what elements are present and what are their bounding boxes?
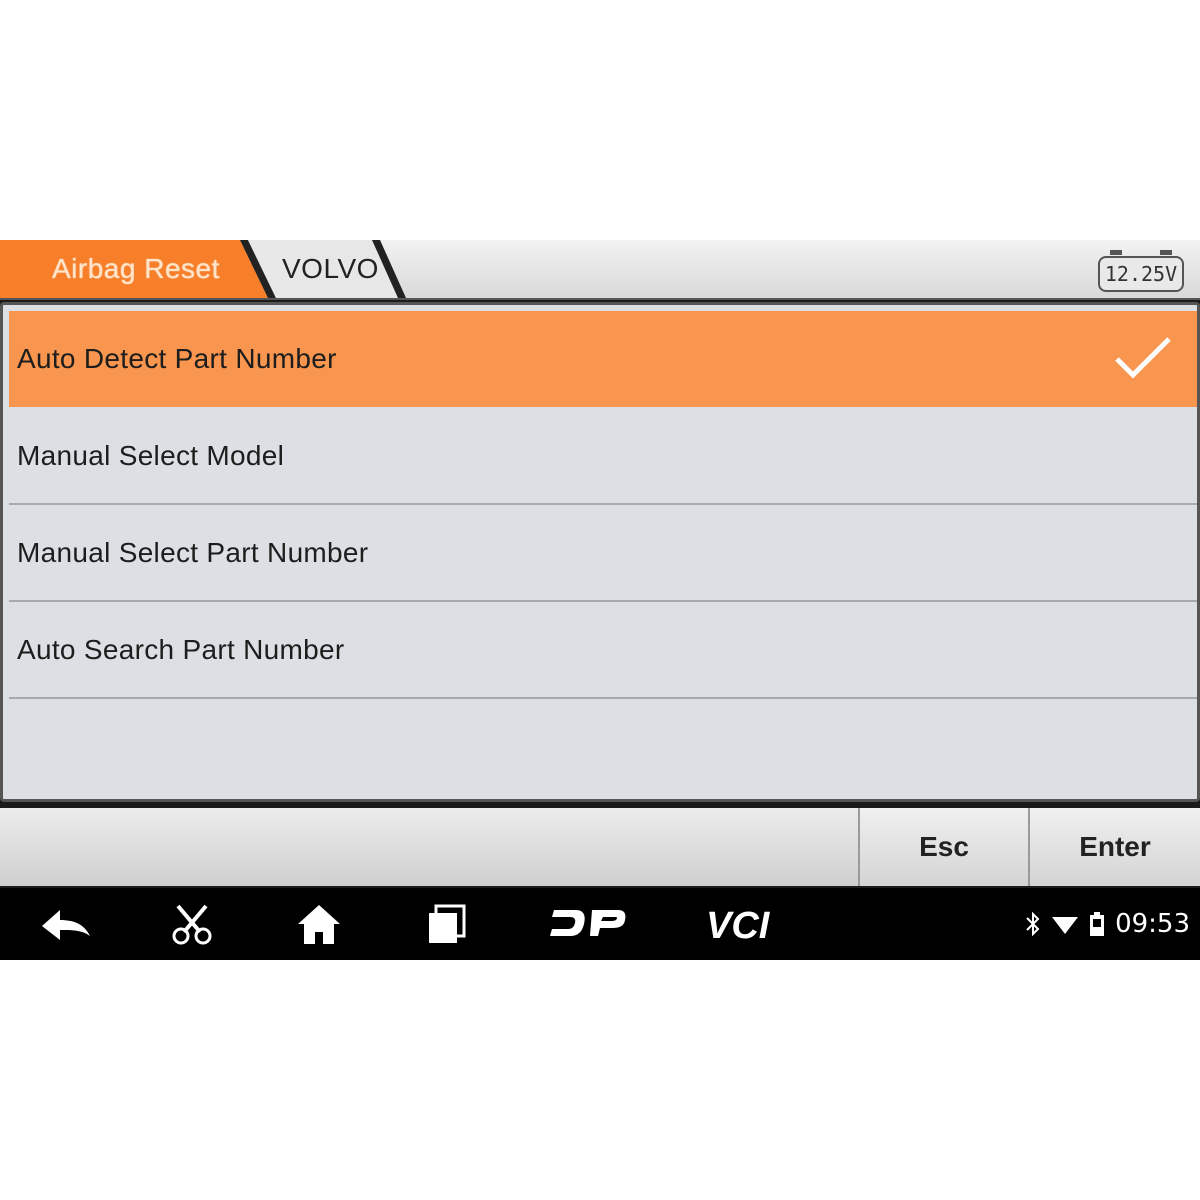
battery-voltage: 12.25V xyxy=(1098,250,1184,292)
battery-terminal-icon xyxy=(1160,250,1172,255)
battery-terminal-icon xyxy=(1110,250,1122,255)
enter-button[interactable]: Enter xyxy=(1028,808,1200,886)
voltage-value: 12.25V xyxy=(1104,262,1178,286)
menu-item-auto-search-part-number[interactable]: Auto Search Part Number xyxy=(9,603,1197,699)
dp-icon[interactable] xyxy=(548,902,628,946)
breadcrumb-airbag-reset[interactable]: Airbag Reset xyxy=(52,253,220,285)
status-area: 09:53 xyxy=(1025,906,1190,942)
vci-icon[interactable]: VCI xyxy=(704,902,794,946)
wifi-icon xyxy=(1052,917,1079,934)
button-bar: Esc Enter xyxy=(0,808,1200,886)
vci-label: VCI xyxy=(706,905,771,946)
clock: 09:53 xyxy=(1115,909,1190,939)
menu-item-label: Manual Select Model xyxy=(17,440,285,471)
back-icon[interactable] xyxy=(38,902,94,946)
menu-list: Auto Detect Part Number Manual Select Mo… xyxy=(0,302,1200,802)
diagnostic-screen: Airbag Reset VOLVO 12.25V Auto Detect Pa… xyxy=(0,240,1200,960)
scissors-icon[interactable] xyxy=(168,902,216,946)
recent-apps-icon[interactable] xyxy=(424,902,470,946)
battery-icon xyxy=(1090,912,1105,936)
header-bar: Airbag Reset VOLVO 12.25V xyxy=(0,240,1200,300)
menu-item-label: Auto Detect Part Number xyxy=(17,343,337,374)
menu-item-label: Manual Select Part Number xyxy=(17,537,369,568)
menu-item-label: Auto Search Part Number xyxy=(17,634,345,665)
menu-item-manual-select-part-number[interactable]: Manual Select Part Number xyxy=(9,506,1197,602)
check-icon xyxy=(1115,337,1171,379)
menu-item-auto-detect-part-number[interactable]: Auto Detect Part Number xyxy=(9,311,1197,407)
bluetooth-icon xyxy=(1026,911,1040,937)
esc-button[interactable]: Esc xyxy=(858,808,1028,886)
menu-item-manual-select-model[interactable]: Manual Select Model xyxy=(9,409,1197,505)
breadcrumb-volvo[interactable]: VOLVO xyxy=(282,253,379,285)
breadcrumb: Airbag Reset VOLVO xyxy=(0,240,410,298)
home-icon[interactable] xyxy=(296,902,342,946)
system-nav-bar: VCI 09:53 xyxy=(0,888,1200,960)
